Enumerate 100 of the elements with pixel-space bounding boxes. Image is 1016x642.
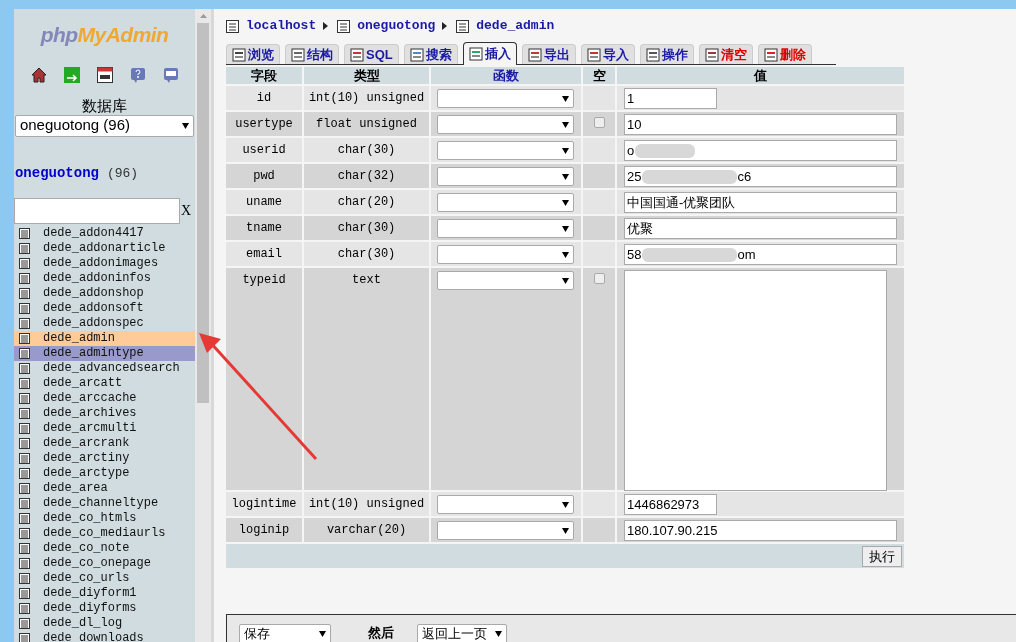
table-list-item[interactable]: dede_addonarticle: [13, 240, 196, 256]
caret-icon: [562, 121, 569, 128]
table-list-item[interactable]: dede_dl_log: [13, 615, 196, 631]
table-list-item[interactable]: dede_addonspec: [13, 315, 196, 331]
filter-field[interactable]: [13, 197, 180, 224]
scrollbar[interactable]: [195, 9, 211, 642]
query-window-icon[interactable]: [162, 66, 179, 83]
home-icon[interactable]: [30, 66, 47, 83]
function-select[interactable]: [437, 89, 574, 108]
table-icon: [18, 347, 30, 359]
null-checkbox[interactable]: [593, 273, 605, 284]
function-select[interactable]: [437, 193, 574, 212]
value-field[interactable]: 1446862973: [624, 494, 717, 515]
value-field[interactable]: 优聚: [624, 218, 897, 239]
exit-icon[interactable]: [63, 66, 80, 83]
table-list-item[interactable]: dede_archives: [13, 405, 196, 421]
table-list-item[interactable]: dede_downloads: [13, 630, 196, 642]
table-list-item[interactable]: dede_co_onepage: [13, 555, 196, 571]
function-select[interactable]: [437, 271, 574, 290]
tab[interactable]: 操作: [639, 44, 694, 64]
table-list-item[interactable]: dede_co_htmls: [13, 510, 196, 526]
sql-icon[interactable]: [96, 66, 113, 83]
tab[interactable]: 导入: [580, 44, 635, 64]
table-list-item[interactable]: dede_addoninfos: [13, 270, 196, 286]
function-select[interactable]: [437, 115, 574, 134]
scrollbar-thumb[interactable]: [197, 23, 210, 403]
table-list-item[interactable]: dede_arccache: [13, 390, 196, 406]
tab[interactable]: 清空: [698, 44, 753, 64]
table-list-item[interactable]: dede_arctiny: [13, 450, 196, 466]
table-list-item[interactable]: dede_advancedsearch: [13, 360, 196, 376]
function-select[interactable]: [437, 167, 574, 186]
table-list-item[interactable]: dede_arcmulti: [13, 420, 196, 436]
tab-icon: [409, 47, 424, 62]
table-list-item[interactable]: dede_addon4417: [13, 225, 196, 241]
field-type-cell: int(10) unsigned: [304, 86, 429, 110]
function-select[interactable]: [437, 141, 574, 160]
tab[interactable]: 搜索: [403, 44, 458, 64]
database-select[interactable]: oneguotong (96): [14, 114, 195, 137]
table-icon: [18, 272, 30, 284]
table-list-item[interactable]: dede_admin: [13, 330, 196, 346]
column-header: 类型: [304, 67, 429, 84]
value-field[interactable]: 58 om: [624, 244, 897, 265]
field-type-cell: varchar(20): [304, 518, 429, 542]
field-type-cell: char(30): [304, 242, 429, 266]
table-list-item[interactable]: dede_arctype: [13, 465, 196, 481]
field-name-cell: logintime: [226, 492, 302, 516]
value-field[interactable]: 25 c6: [624, 166, 897, 187]
table-list-item[interactable]: dede_co_urls: [13, 570, 196, 586]
value-field[interactable]: o: [624, 140, 897, 161]
table-list-item[interactable]: dede_arcrank: [13, 435, 196, 451]
function-select[interactable]: [437, 245, 574, 264]
value-field[interactable]: 180.107.90.215: [624, 520, 897, 541]
table-icon: [456, 19, 470, 33]
execute-button[interactable]: 执行: [862, 545, 902, 567]
table-icon: [18, 317, 30, 329]
tab[interactable]: SQL: [344, 44, 399, 64]
function-select[interactable]: [437, 219, 574, 238]
table-icon: [18, 557, 30, 569]
function-select[interactable]: [437, 495, 574, 514]
table-list-item[interactable]: dede_diyform1: [13, 585, 196, 601]
table-list-item[interactable]: dede_arcatt: [13, 375, 196, 391]
tab[interactable]: 浏览: [226, 44, 280, 64]
value-field[interactable]: 1: [624, 88, 717, 109]
tab-icon: [704, 47, 719, 62]
tab-icon: [350, 47, 364, 62]
help-icon[interactable]: [129, 66, 146, 83]
table-list-item[interactable]: dede_diyforms: [13, 600, 196, 616]
logo: phpMyAdmin: [39, 22, 170, 48]
function-select[interactable]: [437, 521, 574, 540]
table-list-item[interactable]: dede_co_mediaurls: [13, 525, 196, 541]
database-link[interactable]: oneguotong: [14, 162, 99, 184]
tab[interactable]: 插入: [462, 42, 517, 65]
then-label: 然后: [368, 624, 394, 642]
scroll-up-icon[interactable]: [199, 14, 207, 18]
action-select[interactable]: 保存: [239, 624, 331, 642]
breadcrumb-link[interactable]: dede_admin: [476, 16, 555, 36]
caret-icon: [562, 527, 569, 534]
table-list-item[interactable]: dede_addonshop: [13, 285, 196, 301]
null-checkbox[interactable]: [593, 117, 605, 128]
field-type-cell: char(30): [304, 138, 429, 162]
table-list-item[interactable]: dede_addonimages: [13, 255, 196, 271]
tab[interactable]: 导出: [521, 44, 576, 64]
value-field[interactable]: 中国国通-优聚团队: [624, 192, 897, 213]
table-list-item[interactable]: dede_channeltype: [13, 495, 196, 511]
table-icon: [18, 407, 30, 419]
clear-filter-button[interactable]: X: [180, 200, 192, 221]
table-list-item[interactable]: dede_area: [13, 480, 196, 496]
value-field[interactable]: 10: [624, 114, 897, 135]
tab[interactable]: 结构: [285, 44, 339, 64]
breadcrumb-link[interactable]: oneguotong: [357, 16, 436, 36]
table-list-item[interactable]: dede_co_note: [13, 540, 196, 556]
breadcrumb-link[interactable]: localhost: [246, 16, 317, 36]
table-list-item[interactable]: dede_addonsoft: [13, 300, 196, 316]
column-header: 字段: [226, 67, 302, 84]
table-icon: [18, 227, 30, 239]
tab[interactable]: 删除: [757, 44, 812, 64]
after-insert-select[interactable]: 返回上一页: [417, 624, 507, 642]
table-icon: [18, 287, 30, 299]
caret-icon: [495, 631, 502, 637]
database-label: 数据库: [81, 96, 128, 115]
